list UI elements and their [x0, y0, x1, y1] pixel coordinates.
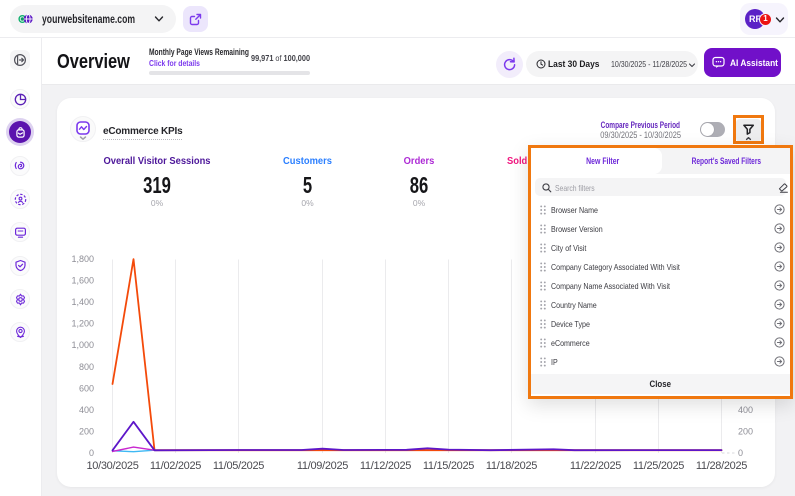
svg-text:11/02/2025: 11/02/2025 — [150, 460, 201, 472]
svg-text:400: 400 — [79, 405, 94, 415]
svg-text:1,800: 1,800 — [71, 254, 94, 264]
svg-text:11/15/2025: 11/15/2025 — [423, 460, 474, 472]
svg-text:800: 800 — [79, 362, 94, 372]
svg-text:1,600: 1,600 — [71, 276, 94, 286]
svg-text:200: 200 — [738, 426, 753, 436]
svg-text:0: 0 — [89, 448, 94, 458]
svg-text:11/12/2025: 11/12/2025 — [360, 460, 411, 472]
svg-text:11/25/2025: 11/25/2025 — [633, 460, 684, 472]
svg-text:1,000: 1,000 — [71, 340, 94, 350]
svg-text:11/28/2025: 11/28/2025 — [696, 460, 747, 472]
svg-text:10/30/2025: 10/30/2025 — [86, 460, 138, 472]
svg-text:200: 200 — [79, 426, 94, 436]
svg-text:600: 600 — [79, 383, 94, 393]
svg-text:0: 0 — [738, 448, 743, 458]
svg-text:11/18/2025: 11/18/2025 — [486, 460, 537, 472]
svg-text:11/22/2025: 11/22/2025 — [570, 460, 621, 472]
svg-text:1,200: 1,200 — [71, 319, 94, 329]
svg-text:11/05/2025: 11/05/2025 — [213, 460, 264, 472]
svg-text:11/09/2025: 11/09/2025 — [297, 460, 348, 472]
svg-text:1,400: 1,400 — [71, 297, 94, 307]
svg-text:400: 400 — [738, 405, 753, 415]
